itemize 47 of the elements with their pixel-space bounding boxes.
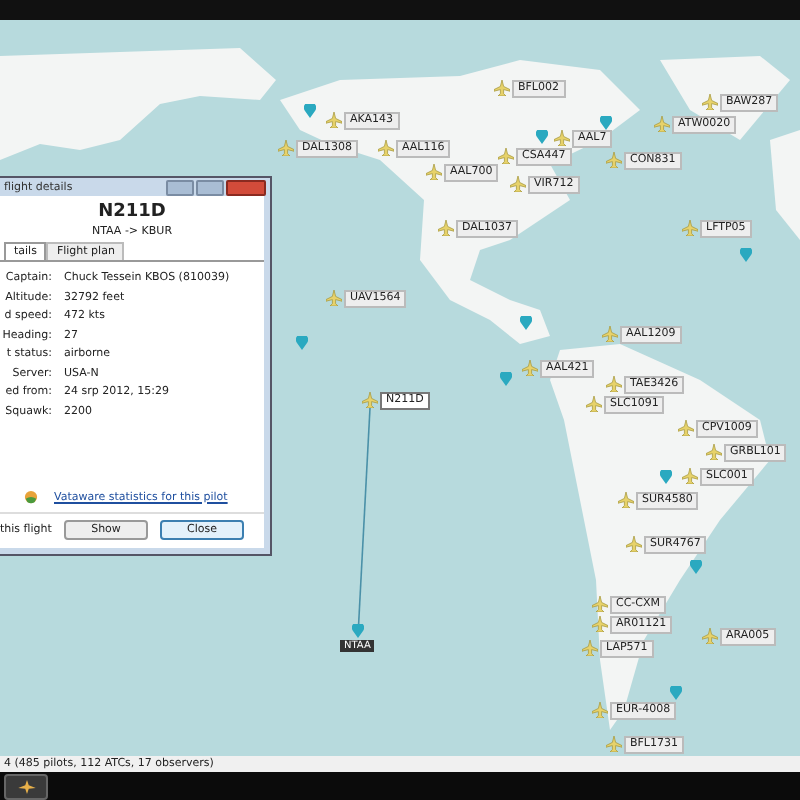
airplane-icon[interactable] — [554, 130, 570, 146]
airplane-icon[interactable] — [682, 468, 698, 484]
airplane-icon[interactable] — [278, 140, 294, 156]
airplane-icon[interactable] — [326, 112, 342, 128]
airplane-icon[interactable] — [602, 326, 618, 342]
airplane-icon[interactable] — [582, 640, 598, 656]
airplane-icon[interactable] — [592, 596, 608, 612]
airport-pin-icon[interactable] — [740, 248, 752, 262]
airplane-icon[interactable] — [362, 392, 378, 408]
airplane-icon[interactable] — [654, 116, 670, 132]
airplane-icon[interactable] — [378, 140, 394, 156]
airplane-icon[interactable] — [426, 164, 442, 180]
airplane-icon[interactable] — [606, 736, 622, 752]
airplane-icon[interactable] — [592, 702, 608, 718]
airplane-icon[interactable] — [702, 94, 718, 110]
taskbar-app-icon[interactable] — [4, 773, 48, 799]
airplane-icon[interactable] — [606, 376, 622, 392]
maximize-button[interactable] — [196, 179, 224, 195]
globe-icon — [24, 490, 38, 504]
airplane-icon[interactable] — [522, 360, 538, 376]
airplane-icon[interactable] — [606, 152, 622, 168]
airport-pin-icon[interactable] — [500, 372, 512, 386]
airplane-icon[interactable] — [702, 628, 718, 644]
airplane-icon[interactable] — [586, 396, 602, 412]
airplane-icon[interactable] — [438, 220, 454, 236]
airport-pin-icon[interactable] — [600, 116, 612, 130]
airplane-icon[interactable] — [326, 290, 342, 306]
airport-pin-icon[interactable] — [296, 336, 308, 350]
airplane-icon[interactable] — [626, 536, 642, 552]
airport-pin-icon[interactable] — [690, 560, 702, 574]
airplane-icon[interactable] — [678, 420, 694, 436]
airport-pin-icon[interactable] — [536, 130, 548, 144]
airplane-icon[interactable] — [510, 176, 526, 192]
airplane-icon[interactable] — [498, 148, 514, 164]
airport-pin-icon[interactable] — [660, 470, 672, 484]
airport-pin-icon[interactable] — [670, 686, 682, 700]
airport-pin-icon[interactable] — [520, 316, 532, 330]
airport-pin-icon[interactable] — [304, 104, 316, 118]
airplane-icon[interactable] — [618, 492, 634, 508]
minimize-button[interactable] — [166, 179, 194, 195]
close-button[interactable] — [226, 179, 266, 195]
airplane-icon[interactable] — [592, 616, 608, 632]
airplane-icon[interactable] — [706, 444, 722, 460]
airport-pin-icon[interactable] — [352, 624, 364, 638]
flight-callsign: N211D — [98, 202, 166, 222]
airplane-icon[interactable] — [682, 220, 698, 236]
airplane-icon[interactable] — [494, 80, 510, 96]
